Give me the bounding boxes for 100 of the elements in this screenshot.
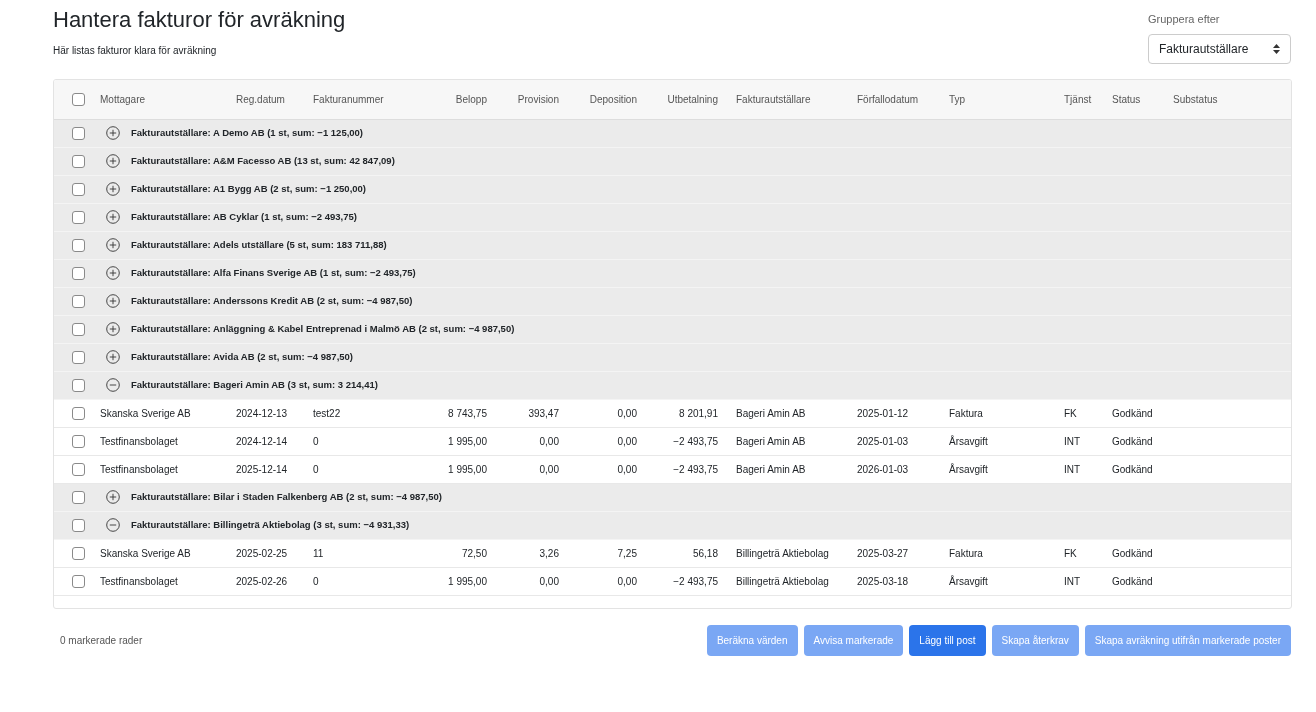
column-header: Reg.datum	[236, 93, 285, 105]
table-cell: 11	[313, 547, 324, 559]
expand-icon[interactable]	[106, 266, 120, 280]
table-cell: 56,18	[692, 547, 718, 559]
group-label: Fakturautställare: A Demo AB (1 st, sum: −1 125,00)	[131, 125, 364, 140]
group-label: Fakturautställare: Anderssons Kredit AB (2 st, sum: −4 987,50)	[131, 293, 413, 308]
expand-icon[interactable]	[106, 154, 120, 168]
expand-icon[interactable]	[106, 294, 120, 308]
table-cell: 0	[313, 435, 319, 447]
action-button[interactable]: Lägg till post	[909, 624, 986, 656]
checkbox[interactable]	[71, 574, 85, 588]
checkbox[interactable]	[71, 434, 85, 448]
expand-icon[interactable]	[106, 322, 120, 336]
column-header: Belopp	[455, 93, 487, 105]
column-header: Fakturautställare	[736, 93, 811, 105]
table-cell: 1 995,00	[448, 575, 487, 587]
group-row[interactable]: Fakturautställare: Adels utställare (5 st, sum: 183 711,88)	[54, 231, 1291, 260]
checkbox[interactable]	[71, 546, 85, 560]
table-cell: 0,00	[539, 575, 559, 587]
column-header: Typ	[949, 93, 966, 105]
page-subtitle: Här listas fakturor klara för avräkning	[53, 44, 218, 58]
checkbox[interactable]	[71, 378, 85, 392]
table-cell: 2024-12-14	[236, 435, 288, 447]
table-cell: Billingeträ Aktiebolag	[736, 575, 829, 587]
table-cell: 8 201,91	[679, 407, 718, 419]
group-row[interactable]: Fakturautställare: Anläggning & Kabel Entreprenad i Malmö AB (2 st, sum: −4 987,50)	[54, 315, 1291, 344]
expand-icon[interactable]	[106, 210, 120, 224]
expand-icon[interactable]	[106, 350, 120, 364]
expand-icon[interactable]	[106, 126, 120, 140]
collapse-icon[interactable]	[106, 378, 120, 392]
table-cell: 2025-12-14	[236, 463, 288, 475]
checkbox[interactable]	[71, 322, 85, 336]
table-cell: test22	[313, 407, 341, 419]
group-label: Fakturautställare: AB Cyklar (1 st, sum: −2 493,75)	[131, 209, 357, 224]
column-header: Förfallodatum	[857, 93, 919, 105]
table-cell: Godkänd	[1112, 435, 1153, 447]
column-header: Fakturanummer	[313, 93, 384, 105]
checkbox[interactable]	[71, 406, 85, 420]
checkbox[interactable]	[71, 92, 85, 106]
group-label: Fakturautställare: Alfa Finans Sverige AB (1 st, sum: −2 493,75)	[131, 265, 416, 280]
checkbox[interactable]	[71, 182, 85, 196]
expand-icon[interactable]	[106, 182, 120, 196]
table-cell: Faktura	[949, 407, 983, 419]
checkbox[interactable]	[71, 462, 85, 476]
table-cell: 8 743,75	[448, 407, 487, 419]
table-cell: 1 995,00	[448, 435, 487, 447]
table-cell: 0,00	[617, 575, 637, 587]
group-row[interactable]: Fakturautställare: AB Cyklar (1 st, sum: −2 493,75)	[54, 203, 1291, 232]
table-cell: Testfinansbolaget	[100, 575, 178, 587]
checkbox[interactable]	[71, 126, 85, 140]
checkbox[interactable]	[71, 154, 85, 168]
group-row[interactable]: Fakturautställare: A&M Facesso AB (13 st, sum: 42 847,09)	[54, 147, 1291, 176]
column-header: Status	[1112, 93, 1141, 105]
table-cell: Godkänd	[1112, 407, 1153, 419]
checkbox[interactable]	[71, 266, 85, 280]
table-cell: 0,00	[539, 463, 559, 475]
group-label: Fakturautställare: Adels utställare (5 st, sum: 183 711,88)	[131, 237, 387, 252]
checkbox[interactable]	[71, 518, 85, 532]
group-row[interactable]: Fakturautställare: A1 Bygg AB (2 st, sum: −1 250,00)	[54, 175, 1291, 204]
group-label: Fakturautställare: Bilar i Staden Falkenberg AB (2 st, sum: −4 987,50)	[131, 489, 442, 504]
table-cell: FK	[1064, 407, 1077, 419]
table-cell: −2 493,75	[673, 435, 718, 447]
group-by-select[interactable]: Fakturautställare	[1148, 33, 1291, 64]
table-cell: FK	[1064, 547, 1077, 559]
expand-icon[interactable]	[106, 238, 120, 252]
table-cell: 2025-02-26	[236, 575, 288, 587]
column-header: Mottagare	[100, 93, 146, 105]
column-header: Substatus	[1173, 93, 1218, 105]
group-label: Fakturautställare: A1 Bygg AB (2 st, sum: −1 250,00)	[131, 181, 367, 196]
group-row[interactable]: Fakturautställare: Billingeträ Aktiebolag (3 st, sum: −4 931,33)	[54, 511, 1291, 540]
checkbox[interactable]	[71, 490, 85, 504]
table-cell: 0	[313, 463, 319, 475]
checkbox[interactable]	[71, 238, 85, 252]
table-cell: Billingeträ Aktiebolag	[736, 547, 829, 559]
group-row[interactable]: Fakturautställare: A Demo AB (1 st, sum: −1 125,00)	[54, 119, 1291, 148]
group-row[interactable]: Fakturautställare: Bageri Amin AB (3 st, sum: 3 214,41)	[54, 371, 1291, 400]
table-cell: 0,00	[617, 463, 637, 475]
checkbox[interactable]	[71, 210, 85, 224]
table-cell: 2025-02-25	[236, 547, 288, 559]
collapse-icon[interactable]	[106, 518, 120, 532]
page-title: Hantera fakturor för avräkning	[53, 6, 346, 34]
group-row[interactable]: Fakturautställare: Avida AB (2 st, sum: −4 987,50)	[54, 343, 1291, 372]
group-row[interactable]: Fakturautställare: Alfa Finans Sverige AB (1 st, sum: −2 493,75)	[54, 259, 1291, 288]
table-cell: 2025-01-12	[857, 407, 909, 419]
table-cell: −2 493,75	[673, 575, 718, 587]
expand-icon[interactable]	[106, 490, 120, 504]
column-header: Tjänst	[1064, 93, 1092, 105]
table-cell: 2024-12-13	[236, 407, 288, 419]
group-row[interactable]: Fakturautställare: Bilar i Staden Falkenberg AB (2 st, sum: −4 987,50)	[54, 483, 1291, 512]
group-row[interactable]: Fakturautställare: Anderssons Kredit AB (2 st, sum: −4 987,50)	[54, 287, 1291, 316]
table-cell: Årsavgift	[949, 435, 988, 447]
table-cell: 1 995,00	[448, 463, 487, 475]
group-label: Fakturautställare: Anläggning & Kabel Entreprenad i Malmö AB (2 st, sum: −4 987,50)	[131, 321, 515, 336]
checkbox[interactable]	[71, 350, 85, 364]
table-cell: INT	[1064, 575, 1081, 587]
checkbox[interactable]	[71, 294, 85, 308]
column-header: Utbetalning	[667, 93, 718, 105]
table-cell: Bageri Amin AB	[736, 463, 806, 475]
table-cell: 393,47	[528, 407, 559, 419]
table-cell: Årsavgift	[949, 575, 988, 587]
